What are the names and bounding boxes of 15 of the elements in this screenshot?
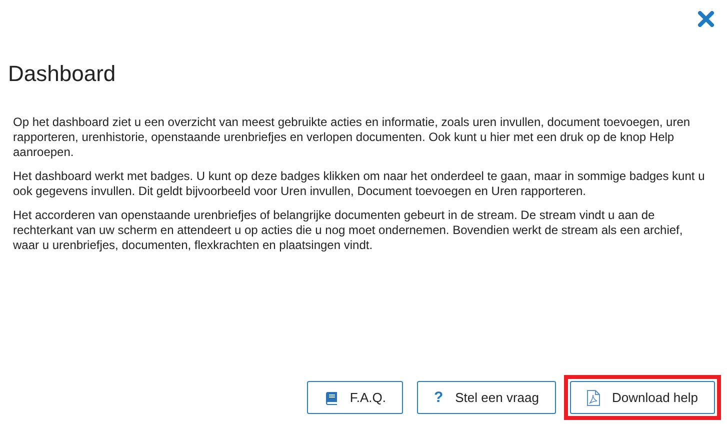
help-button[interactable]: F.A.Q. bbox=[306, 381, 403, 414]
close-button[interactable] bbox=[697, 10, 715, 28]
pdf-file-icon bbox=[586, 390, 600, 406]
question-icon: ? bbox=[434, 390, 444, 405]
close-icon bbox=[698, 11, 714, 27]
help-button[interactable]: Download help bbox=[570, 381, 715, 414]
help-button[interactable]: ? Stel een vraag bbox=[416, 381, 556, 414]
page-title: Dashboard bbox=[8, 61, 117, 87]
help-paragraph: Het dashboard werkt met badges. U kunt op deze badges klikken om naar het onderdeel te gaan, maar in sommige badges kunt u ook gegevens invullen. Dit geldt bijvoorbeeld voor Uren invullen, Document toevoegen en Uren rapporteren. bbox=[13, 169, 706, 199]
book-icon bbox=[324, 390, 338, 404]
button-label: F.A.Q. bbox=[350, 388, 386, 407]
help-paragraph: Het accorderen van openstaande urenbriefjes of belangrijke documenten gebeurt in de stream. De stream vindt u aan de rechterkant van uw scherm en attendeert u op acties die u nog moet ondernemen. Bovendien werkt de stream als een archief, waar u urenbriefjes, documenten, flexkrachten en plaatsingen vindt. bbox=[13, 208, 684, 253]
button-label: Download help bbox=[612, 388, 698, 407]
button-label: Stel een vraag bbox=[455, 388, 539, 407]
help-paragraph: Op het dashboard ziet u een overzicht van meest gebruikte acties en informatie, zoals uren invullen, document toevoegen, uren rapporteren, urenhistorie, openstaande urenbriefjes en verlopen documenten. Ook kunt u hier met een druk op de knop Help aanroepen. bbox=[13, 115, 692, 160]
